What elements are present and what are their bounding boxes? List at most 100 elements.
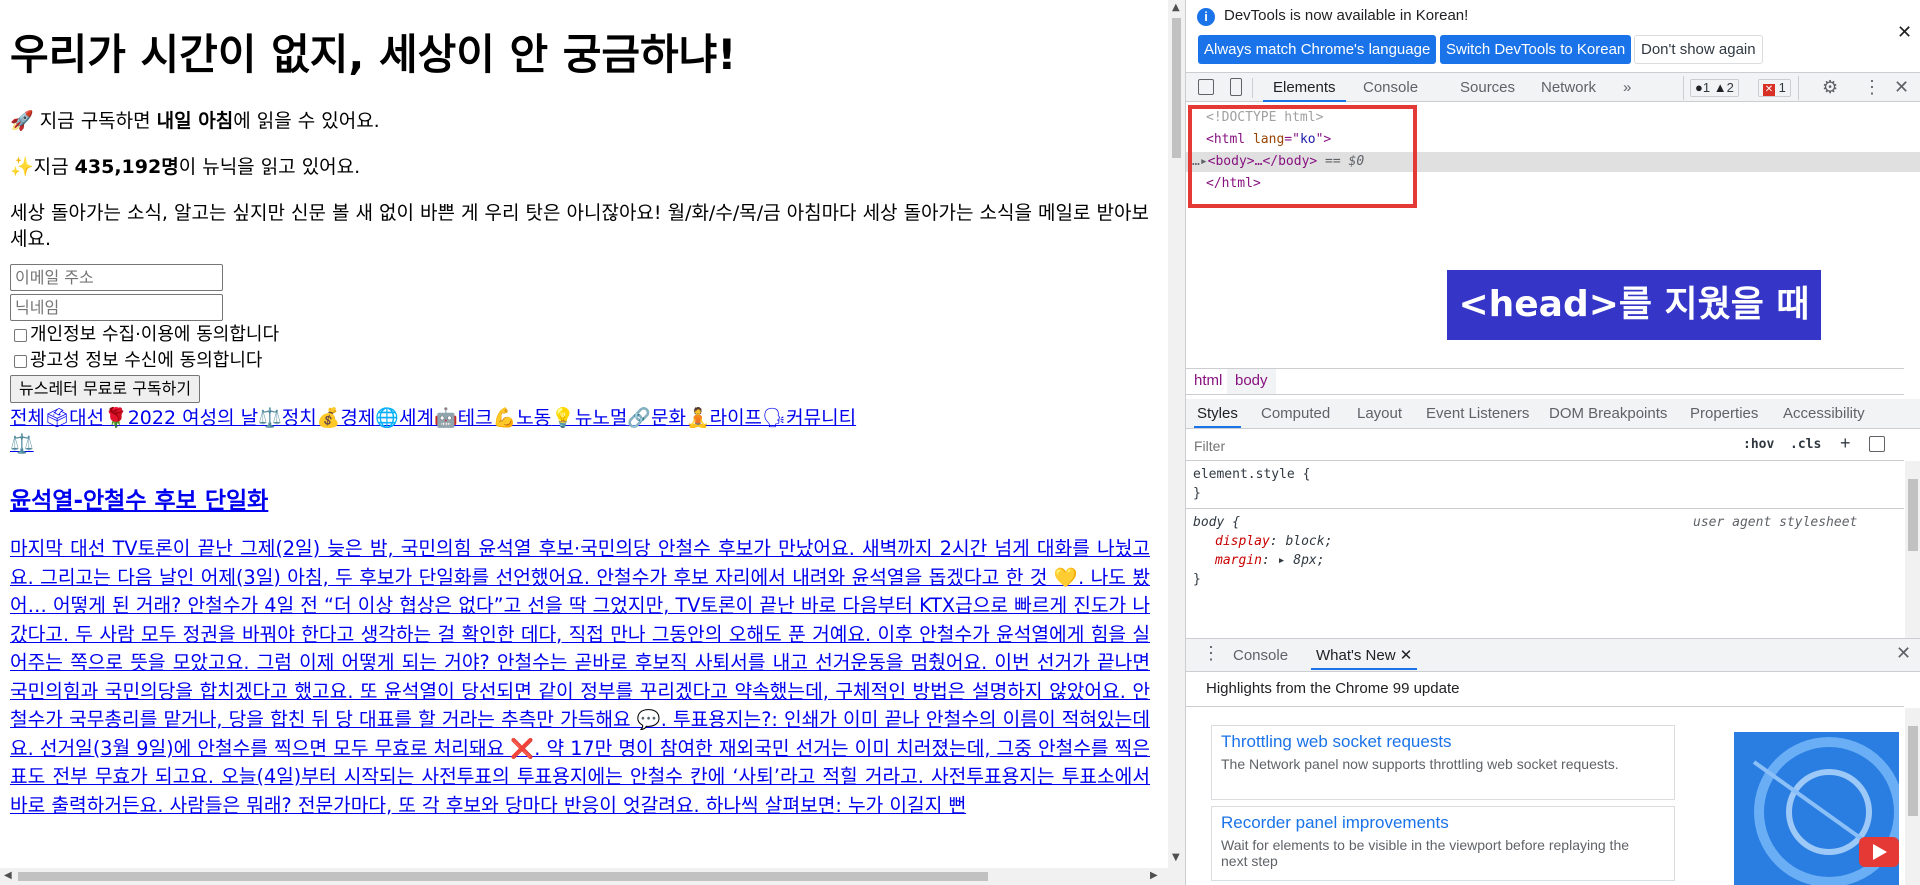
switch-to-korean-button[interactable]: Switch DevTools to Korean [1440, 35, 1632, 64]
drawer-tab-whats-new[interactable]: What's New ✕ [1311, 641, 1418, 670]
error-dot-icon: ● [1695, 80, 1703, 95]
nav-item-economy[interactable]: 💰경제 [317, 407, 376, 429]
breadcrumb-html[interactable]: html [1194, 372, 1222, 389]
styles-scrollbar[interactable] [1905, 461, 1920, 638]
feature-card-title[interactable]: Recorder panel improvements [1221, 813, 1449, 833]
page-horizontal-scrollbar[interactable]: ◀ ▶ [0, 868, 1168, 885]
tab-styles[interactable]: Styles [1194, 399, 1241, 428]
nav-item-culture[interactable]: 🔗문화 [627, 407, 686, 429]
nav-item-election[interactable]: 🗳대선 [45, 407, 104, 429]
nickname-input[interactable] [10, 294, 223, 321]
error-badge[interactable]: ✕ 1 [1758, 79, 1791, 97]
feature-card-recorder[interactable]: Recorder panel improvements Wait for ele… [1211, 806, 1675, 881]
page-content: 우리가 시간이 없지, 세상이 안 궁금하냐! 🚀 지금 구독하면 내일 아침에… [10, 0, 1150, 820]
rule-divider [1186, 508, 1904, 509]
tab-properties[interactable]: Properties [1690, 399, 1758, 428]
feature-card-title[interactable]: Throttling web socket requests [1221, 732, 1452, 752]
category-nav: 전체🗳대선🌹2022 여성의 날⚖️정치💰경제🌐세계🤖테크💪노동💡뉴노멀🔗문화🧘… [10, 405, 1150, 457]
page-vertical-scroll-thumb[interactable] [1172, 18, 1181, 158]
devtools-main-tabbar: Elements Console Sources Network » ●1 ▲2… [1186, 72, 1920, 102]
nav-item-new-normal[interactable]: 💡뉴노멀 [551, 407, 627, 429]
reader-prefix: ✨지금 [10, 156, 75, 178]
ads-consent-checkbox[interactable] [14, 354, 27, 368]
tab-console[interactable]: Console [1363, 73, 1418, 102]
tab-network[interactable]: Network [1541, 73, 1596, 102]
email-input[interactable] [10, 264, 223, 291]
prop-display[interactable]: display: block; [1215, 534, 1332, 549]
highlight-red-box [1188, 105, 1417, 208]
privacy-consent-checkbox[interactable] [14, 328, 27, 342]
error-count: 1 [1702, 80, 1711, 95]
reader-suffix: 이 뉴닉을 읽고 있어요. [178, 156, 361, 178]
close-tab-icon[interactable]: ✕ [1400, 647, 1413, 664]
tab-dom-breakpoints[interactable]: DOM Breakpoints [1549, 399, 1667, 428]
nav-item-life[interactable]: 🧘라이프 [686, 407, 762, 429]
settings-gear-icon[interactable]: ⚙ [1822, 77, 1838, 98]
body-rule-close: } [1193, 572, 1201, 587]
drawer-menu-icon[interactable]: ⋮ [1202, 643, 1220, 664]
tab-computed[interactable]: Computed [1261, 399, 1330, 428]
chrome-update-thumbnail[interactable] [1734, 732, 1899, 885]
feature-card-websocket[interactable]: Throttling web socket requests The Netwo… [1211, 725, 1675, 800]
nav-item-tech[interactable]: 🤖테크 [434, 407, 493, 429]
nav-item-all[interactable]: 전체 [10, 407, 45, 429]
prop-margin[interactable]: margin: ▸ 8px; [1215, 553, 1325, 568]
more-tabs-icon[interactable]: » [1623, 73, 1631, 102]
breadcrumb-body[interactable]: body [1227, 369, 1276, 394]
issues-counter[interactable]: ●1 ▲2 [1690, 79, 1739, 97]
nav-item-world[interactable]: 🌐세계 [375, 407, 434, 429]
hover-state-toggle[interactable]: :hov [1743, 437, 1774, 452]
more-options-icon[interactable]: ⋮ [1863, 77, 1881, 98]
drawer-tabbar: ⋮ Console What's New ✕ ✕ [1186, 638, 1920, 672]
tab-layout[interactable]: Layout [1357, 399, 1402, 428]
warning-triangle-icon: ▲ [1713, 80, 1727, 95]
subscribe-button[interactable]: 뉴스레터 무료로 구독하기 [10, 375, 201, 403]
rule-source: user agent stylesheet [1693, 515, 1858, 530]
prop-margin-name: margin [1215, 553, 1262, 568]
toggle-sidebar-icon[interactable] [1869, 436, 1885, 452]
breadcrumb: html body [1186, 368, 1904, 395]
close-drawer-icon[interactable]: ✕ [1896, 643, 1911, 664]
infobar-close-icon[interactable]: ✕ [1897, 22, 1912, 43]
reader-count: 435,192명 [74, 156, 179, 178]
prop-display-value: block; [1285, 534, 1333, 549]
warning-count: 2 [1726, 80, 1734, 95]
scroll-up-arrow-icon[interactable]: ▲ [1172, 2, 1180, 13]
always-match-language-button[interactable]: Always match Chrome's language [1198, 35, 1437, 64]
tab-sources[interactable]: Sources [1460, 73, 1515, 102]
whats-new-scroll-thumb[interactable] [1908, 726, 1918, 816]
article-body-link[interactable]: 마지막 대선 TV토론이 끝난 그제(2일) 늦은 밤, 국민의힘 윤석열 후보… [10, 535, 1150, 820]
device-toolbar-icon[interactable] [1230, 78, 1242, 96]
close-devtools-icon[interactable]: ✕ [1894, 77, 1909, 98]
nav-item-community[interactable]: 🗣커뮤니티 [762, 407, 856, 429]
article-title-link[interactable]: 윤석열-안철수 후보 단일화 [10, 488, 268, 514]
tab-accessibility[interactable]: Accessibility [1783, 399, 1865, 428]
scroll-right-arrow-icon[interactable]: ▶ [1150, 870, 1158, 881]
nav-item-politics[interactable]: ⚖️정치 [258, 407, 317, 429]
element-style-selector[interactable]: element.style { [1193, 467, 1310, 482]
nav-item-labor[interactable]: 💪노동 [493, 407, 552, 429]
new-style-rule-button[interactable]: + [1840, 433, 1851, 454]
promo-bold: 내일 아침 [156, 110, 234, 132]
styles-filter-input[interactable] [1192, 435, 1722, 457]
nav-item-womens-day[interactable]: 🌹2022 여성의 날 [104, 407, 258, 429]
drawer-tab-console[interactable]: Console [1233, 641, 1288, 670]
nav-item-overflow[interactable]: ⚖️ [10, 433, 34, 455]
whats-new-scrollbar[interactable] [1905, 708, 1920, 885]
dont-show-again-button[interactable]: Don't show again [1634, 35, 1763, 64]
page-horizontal-scroll-thumb[interactable] [18, 872, 988, 881]
error-x-icon: ✕ [1763, 84, 1775, 96]
page-headline: 우리가 시간이 없지, 세상이 안 궁금하냐! [10, 30, 737, 79]
scroll-down-arrow-icon[interactable]: ▼ [1172, 852, 1180, 863]
scroll-left-arrow-icon[interactable]: ◀ [4, 870, 12, 881]
expand-margin-icon[interactable]: ▸ [1278, 553, 1286, 568]
inspect-element-icon[interactable] [1198, 79, 1214, 95]
styles-scroll-thumb[interactable] [1908, 479, 1918, 551]
tab-elements[interactable]: Elements [1263, 73, 1346, 102]
feature-card-desc: Wait for elements to be visible in the v… [1221, 837, 1630, 869]
whats-new-heading: Highlights from the Chrome 99 update [1206, 680, 1460, 697]
class-toggle[interactable]: .cls [1790, 437, 1821, 452]
body-rule-selector[interactable]: body { [1193, 515, 1240, 530]
page-vertical-scrollbar[interactable]: ▲ ▼ [1168, 0, 1185, 885]
tab-event-listeners[interactable]: Event Listeners [1426, 399, 1529, 428]
